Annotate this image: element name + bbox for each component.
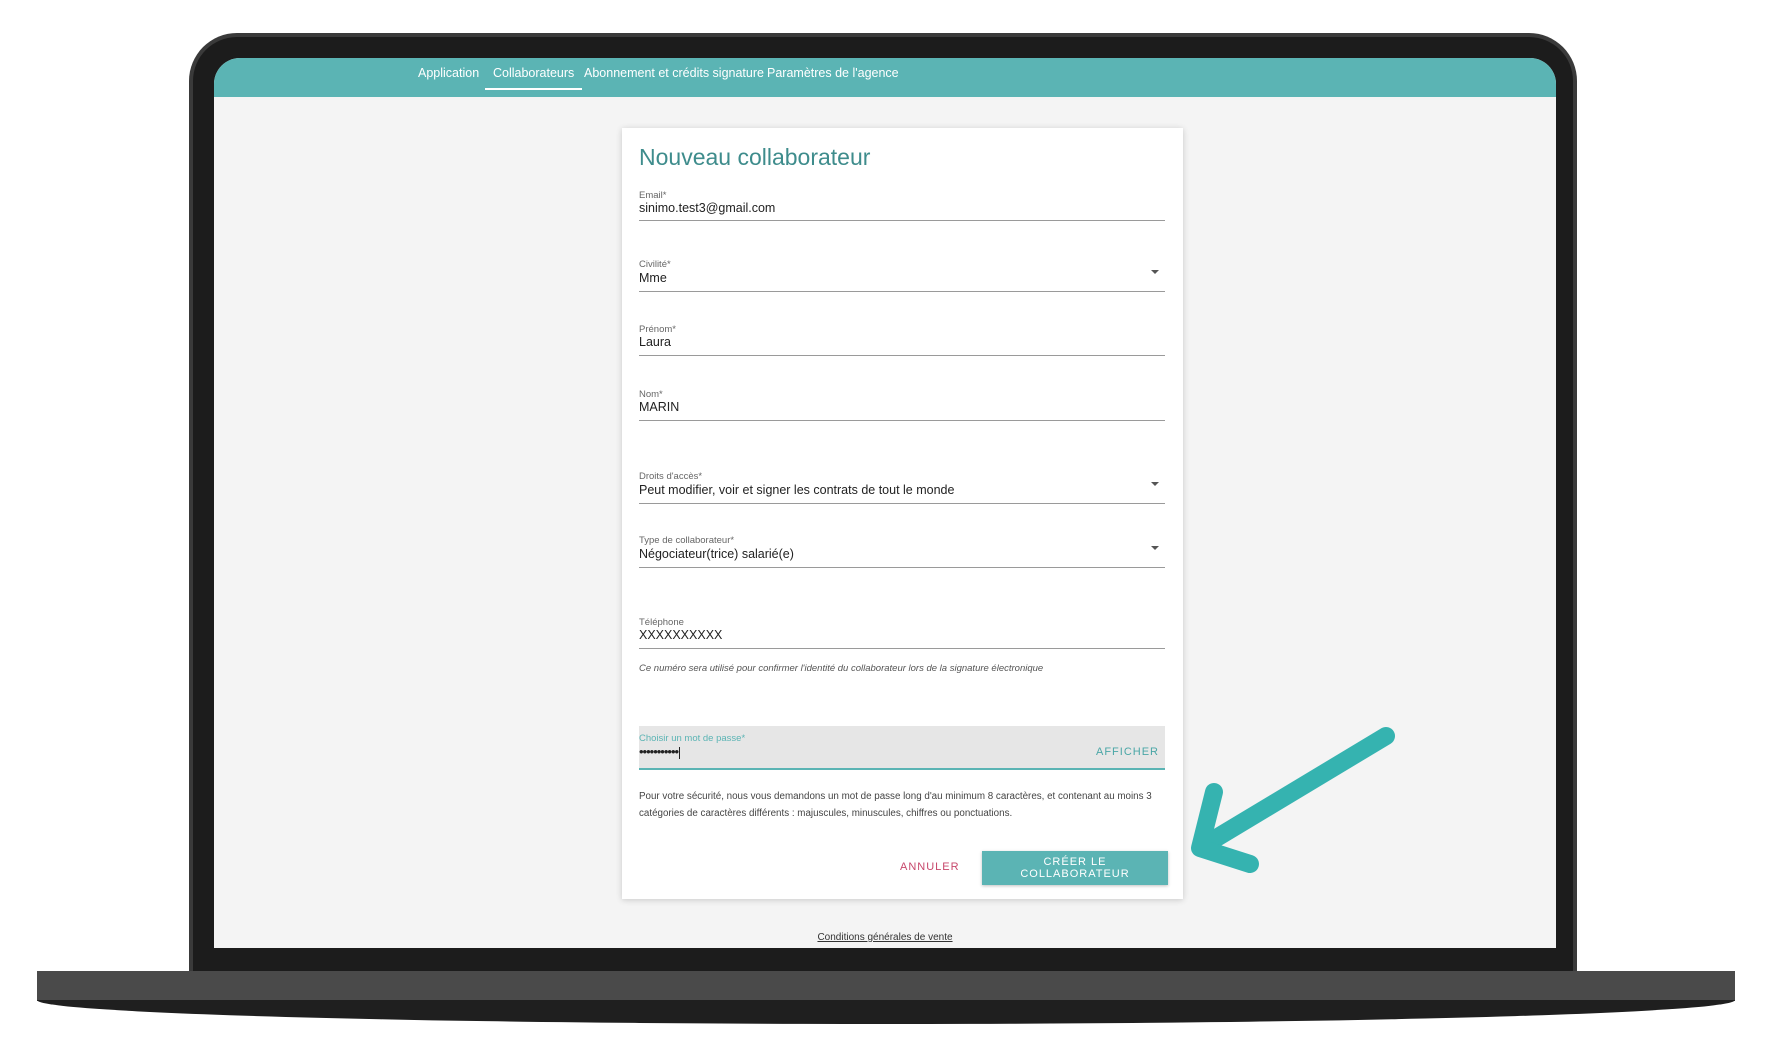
arrow-icon (1191, 727, 1395, 873)
